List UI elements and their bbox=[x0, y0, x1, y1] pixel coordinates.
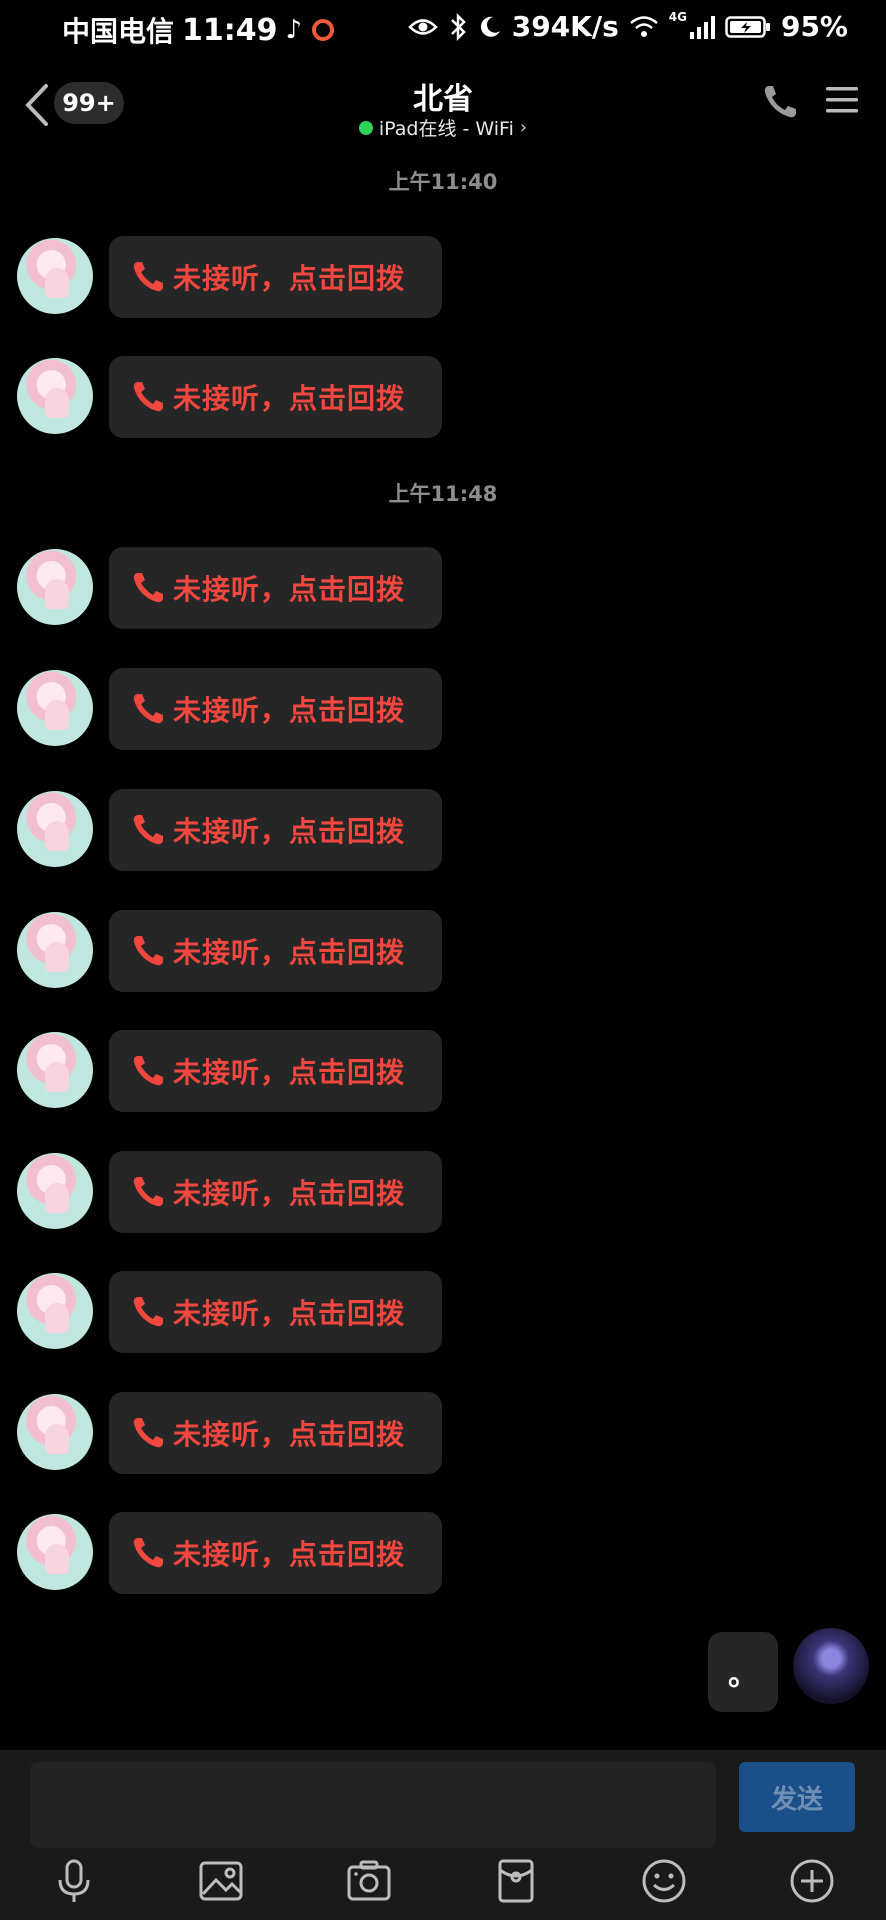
message-row: 未接听，点击回拨 bbox=[0, 1512, 886, 1594]
avatar[interactable] bbox=[17, 238, 93, 314]
music-note-icon: ♪ bbox=[285, 15, 303, 45]
online-status-text: iPad在线 - WiFi bbox=[378, 118, 514, 140]
avatar[interactable] bbox=[17, 791, 93, 867]
missed-call-text: 未接听，点击回拨 bbox=[173, 1177, 406, 1210]
avatar[interactable] bbox=[17, 358, 93, 434]
missed-call-bubble[interactable]: 未接听，点击回拨 bbox=[109, 1512, 442, 1594]
missed-call-bubble[interactable]: 未接听，点击回拨 bbox=[109, 789, 442, 871]
my-message-row: 。 bbox=[0, 1628, 886, 1712]
message-row: 未接听，点击回拨 bbox=[0, 1271, 886, 1353]
missed-call-bubble[interactable]: 未接听，点击回拨 bbox=[109, 1271, 442, 1353]
my-message-bubble[interactable]: 。 bbox=[708, 1632, 778, 1712]
message-row: 未接听，点击回拨 bbox=[0, 1151, 886, 1233]
clock: 11:49 bbox=[182, 12, 278, 48]
missed-call-text: 未接听，点击回拨 bbox=[173, 573, 406, 606]
phone-icon bbox=[133, 815, 163, 845]
missed-call-text: 未接听，点击回拨 bbox=[173, 936, 406, 969]
missed-call-text: 未接听，点击回拨 bbox=[173, 262, 406, 295]
missed-call-text: 未接听，点击回拨 bbox=[173, 815, 406, 848]
message-input[interactable] bbox=[30, 1762, 716, 1848]
phone-icon bbox=[133, 262, 163, 292]
camera-icon[interactable] bbox=[344, 1856, 394, 1906]
avatar[interactable] bbox=[17, 912, 93, 988]
online-status[interactable]: iPad在线 - WiFi › bbox=[0, 114, 886, 141]
microphone-icon[interactable] bbox=[49, 1856, 99, 1906]
carrier-label: 中国电信 bbox=[62, 15, 175, 48]
message-row: 未接听，点击回拨 bbox=[0, 1030, 886, 1112]
timestamp: 上午11:48 bbox=[388, 482, 498, 506]
chat-title: 北省 bbox=[413, 82, 473, 117]
emoji-icon[interactable] bbox=[639, 1856, 689, 1906]
message-row: 未接听，点击回拨 bbox=[0, 910, 886, 992]
phone-icon bbox=[133, 1177, 163, 1207]
moon-icon bbox=[480, 16, 500, 37]
missed-call-bubble[interactable]: 未接听，点击回拨 bbox=[109, 356, 442, 438]
missed-call-bubble[interactable]: 未接听，点击回拨 bbox=[109, 910, 442, 992]
message-row: 未接听，点击回拨 bbox=[0, 356, 886, 438]
battery-charging-icon bbox=[725, 15, 770, 38]
avatar[interactable] bbox=[17, 1514, 93, 1590]
message-row: 未接听，点击回拨 bbox=[0, 1392, 886, 1474]
avatar[interactable] bbox=[17, 1394, 93, 1470]
timestamp: 上午11:40 bbox=[388, 170, 498, 194]
chat-header: 99+ 北省 iPad在线 - WiFi › bbox=[0, 66, 886, 142]
bluetooth-icon bbox=[450, 12, 466, 41]
status-bar: 中国电信 11:49 ♪ 394K/s 4G 95% bbox=[0, 0, 886, 60]
avatar[interactable] bbox=[17, 549, 93, 625]
my-avatar[interactable] bbox=[793, 1628, 869, 1704]
phone-icon bbox=[133, 573, 163, 603]
network-type: 4G bbox=[668, 10, 687, 24]
avatar[interactable] bbox=[17, 1153, 93, 1229]
avatar[interactable] bbox=[17, 1273, 93, 1349]
missed-call-bubble[interactable]: 未接听，点击回拨 bbox=[109, 547, 442, 629]
message-row: 未接听，点击回拨 bbox=[0, 547, 886, 629]
plus-icon[interactable] bbox=[787, 1856, 837, 1906]
missed-call-text: 未接听，点击回拨 bbox=[173, 694, 406, 727]
red-packet-icon[interactable] bbox=[491, 1856, 541, 1906]
phone-icon bbox=[133, 382, 163, 412]
phone-icon bbox=[133, 1418, 163, 1448]
missed-call-bubble[interactable]: 未接听，点击回拨 bbox=[109, 1392, 442, 1474]
avatar[interactable] bbox=[17, 670, 93, 746]
battery-level: 95% bbox=[780, 10, 848, 43]
missed-call-bubble[interactable]: 未接听，点击回拨 bbox=[109, 1030, 442, 1112]
message-row: 未接听，点击回拨 bbox=[0, 236, 886, 318]
missed-call-text: 未接听，点击回拨 bbox=[173, 382, 406, 415]
missed-call-bubble[interactable]: 未接听，点击回拨 bbox=[109, 668, 442, 750]
phone-icon bbox=[133, 936, 163, 966]
phone-icon bbox=[133, 1056, 163, 1086]
missed-call-text: 未接听，点击回拨 bbox=[173, 1418, 406, 1451]
missed-call-text: 未接听，点击回拨 bbox=[173, 1297, 406, 1330]
composer: 发送 bbox=[0, 1750, 886, 1920]
missed-call-text: 未接听，点击回拨 bbox=[173, 1056, 406, 1089]
record-icon bbox=[312, 19, 335, 41]
phone-icon bbox=[133, 694, 163, 724]
signal-icon bbox=[689, 15, 715, 39]
message-row: 未接听，点击回拨 bbox=[0, 668, 886, 750]
avatar[interactable] bbox=[17, 1032, 93, 1108]
wifi-icon bbox=[629, 15, 658, 37]
send-button[interactable]: 发送 bbox=[739, 1762, 855, 1832]
image-icon[interactable] bbox=[196, 1856, 246, 1906]
phone-icon bbox=[133, 1297, 163, 1327]
menu-icon[interactable] bbox=[824, 84, 860, 116]
phone-icon bbox=[133, 1538, 163, 1568]
message-row: 未接听，点击回拨 bbox=[0, 789, 886, 871]
network-speed: 394K/s bbox=[511, 10, 619, 43]
missed-call-bubble[interactable]: 未接听，点击回拨 bbox=[109, 236, 442, 318]
phone-call-icon[interactable] bbox=[760, 82, 800, 122]
chevron-right-icon: › bbox=[519, 117, 528, 138]
online-dot-icon bbox=[358, 120, 373, 135]
eye-icon bbox=[407, 18, 438, 35]
missed-call-text: 未接听，点击回拨 bbox=[173, 1538, 406, 1571]
missed-call-bubble[interactable]: 未接听，点击回拨 bbox=[109, 1151, 442, 1233]
